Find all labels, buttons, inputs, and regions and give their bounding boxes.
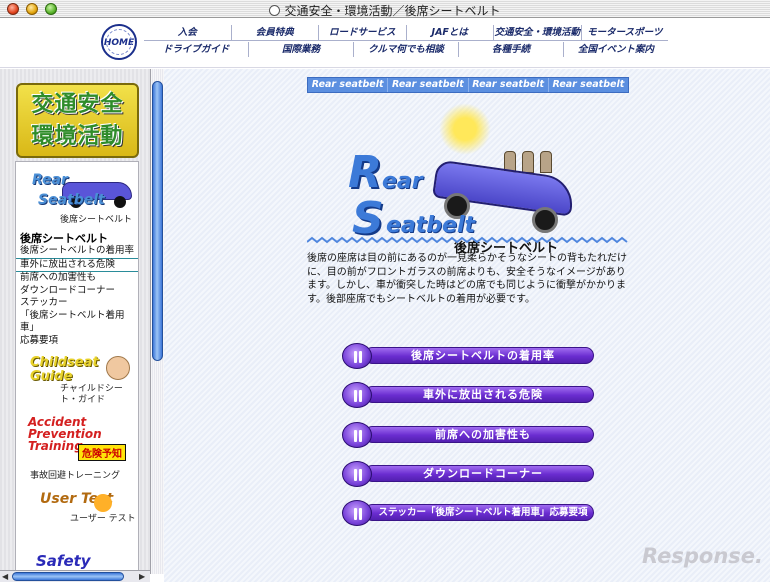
pause-knob-icon [342,343,372,369]
menu-button-sticker-application[interactable]: ステッカー「後席シートベルト着用車」応募要項 [342,500,594,526]
rear-logo-bottom: Seatbelt [38,192,105,208]
menu-pill: 後席シートベルトの着用率 [364,347,594,364]
child-face-icon [106,356,130,380]
site-header: HOME 入会 会員特典 ロードサービス JAFとは 交通安全・環境活動 モータ… [0,19,770,68]
spark-icon [94,494,112,512]
tab-rear-seatbelt-4[interactable]: Rear seatbelt [547,78,628,92]
nav-drive-guide[interactable]: ドライブガイド [144,42,248,57]
nav-procedures[interactable]: 各種手続 [458,42,563,57]
sidebar-link-sticker-name[interactable]: 「後席シートベルト着用車」 [20,310,138,335]
response-watermark: Response. [642,544,763,568]
car-wheel [532,207,558,233]
main-content: Rear seatbelt Rear seatbelt Rear seatbel… [164,69,770,582]
hero-title-r: R [348,147,382,198]
sidebar-vertical-scrollbar[interactable] [150,69,164,574]
nav-traffic-safety[interactable]: 交通安全・環境活動 [493,25,581,40]
nav-member-benefits[interactable]: 会員特典 [230,25,319,40]
sidebar-heading: 後席シートベルト [20,232,108,245]
safety-title: Safety [36,552,91,570]
rear-seatbelt-banner[interactable]: Rear Seatbelt 後席シートベルト [16,166,138,226]
tab-rear-seatbelt-3[interactable]: Rear seatbelt [467,78,548,92]
sidebar-horizontal-scrollbar[interactable]: ◀ ▶ [0,570,150,582]
menu-button-ejection-danger[interactable]: 車外に放出される危険 [342,382,594,408]
tab-rear-seatbelt-2[interactable]: Rear seatbelt [387,78,467,92]
nav-motorsports[interactable]: モータースポーツ [580,25,669,40]
pause-knob-icon [342,461,372,487]
menu-label: ダウンロードコーナー [423,467,543,480]
sidebar: 交通安全 環境活動 Rear Seatbelt 後席シートベルト 後席シートベル… [0,69,150,574]
sidebar-link-application[interactable]: 応募要項 [20,335,138,348]
sidebar-link-list: 後席シートベルトの着用率 車外に放出される危険 前席への加害性も ダウンロードコ… [16,245,138,348]
global-nav: 入会 会員特典 ロードサービス JAFとは 交通安全・環境活動 モータースポーツ… [144,25,668,57]
car-wheel [114,196,126,208]
sidebar-link-front-seat-harm[interactable]: 前席への加害性も [20,272,138,285]
section-logo[interactable]: 交通安全 環境活動 [16,83,139,158]
hero-illustration: R ear S eatbelt 後席シートベルト [348,99,634,259]
menu-pill: 前席への加害性も [364,426,594,443]
rear-logo-top: Rear [32,172,68,188]
wave-divider [307,236,628,244]
menu-button-download[interactable]: ダウンロードコーナー [342,461,594,487]
menu-label: 車外に放出される危険 [423,388,543,401]
menu-button-front-seat-harm[interactable]: 前席への加害性も [342,422,594,448]
seat-icon [540,151,552,173]
menu-label: ステッカー「後席シートベルト着用車」応募要項 [378,507,588,518]
intro-paragraph: 後席の座席は目の前にあるのが一見柔らかそうなシートの背もたれだけに、目の前がフロ… [307,253,627,305]
window-title: 交通安全・環境活動／後席シートベルト [0,2,770,19]
nav-about-jaf[interactable]: JAFとは [405,25,494,40]
hero-title-ear: ear [382,169,423,194]
vertical-scroll-thumb[interactable] [152,81,163,361]
sidebar-link-wearing-rate[interactable]: 後席シートベルトの着用率 [20,245,138,258]
nav-road-service[interactable]: ロードサービス [318,25,406,40]
home-logo-ring [106,29,132,55]
page-icon [269,5,281,16]
nav-join[interactable]: 入会 [144,25,231,40]
childseat-caption: チャイルドシート・ガイド [60,384,123,405]
window-title-text: 交通安全・環境活動／後席シートベルト [284,4,501,18]
childseat-guide-banner[interactable]: Childseat Guide チャイルドシート・ガイド [16,352,138,408]
menu-pill: 車外に放出される危険 [364,386,594,403]
scroll-right-arrow-icon[interactable]: ▶ [139,572,145,581]
menu-label: 後席シートベルトの着用率 [411,349,555,362]
menu-button-wearing-rate[interactable]: 後席シートベルトの着用率 [342,343,594,369]
nav-divider [144,40,668,41]
nav-international[interactable]: 国際業務 [248,42,353,57]
menu-label: 前席への加害性も [435,428,531,441]
accident-caption: 事故回避トレーニング [30,471,121,481]
seat-icon [522,151,534,173]
window-titlebar: 交通安全・環境活動／後席シートベルト [0,0,770,18]
tab-rear-seatbelt-1[interactable]: Rear seatbelt [308,78,387,92]
accident-training-banner[interactable]: Accident Prevention Training 危険予知 事故回避トレ… [16,412,138,482]
nav-row-1: 入会 会員特典 ロードサービス JAFとは 交通安全・環境活動 モータースポーツ [144,25,668,40]
rear-caption: 後席シートベルト [60,215,133,225]
section-logo-line1: 交通安全 [31,92,124,117]
pause-knob-icon [342,500,372,526]
nav-car-consultation[interactable]: クルマ何でも相談 [353,42,458,57]
user-test-caption: ユーザー テスト [70,514,136,524]
menu-pill: ダウンロードコーナー [364,465,594,482]
pause-knob-icon [342,422,372,448]
sidebar-link-download[interactable]: ダウンロードコーナー [20,285,138,298]
nav-row-2: ドライブガイド 国際業務 クルマ何でも相談 各種手続 全国イベント案内 [144,42,668,57]
hero-title-eatbelt: eatbelt [386,213,476,238]
sidebar-link-sticker[interactable]: ステッカー [20,297,138,310]
home-logo-button[interactable]: HOME [101,24,137,60]
section-logo-line2: 環境活動 [31,124,124,149]
sidebar-link-ejection-danger[interactable]: 車外に放出される危険 [16,257,138,272]
nav-events[interactable]: 全国イベント案内 [563,42,668,57]
pause-knob-icon [342,382,372,408]
accident-badge: 危険予知 [78,444,126,461]
menu-pill: ステッカー「後席シートベルト着用車」応募要項 [364,504,594,521]
horizontal-scroll-thumb[interactable] [12,572,124,581]
sidebar-panel: Rear Seatbelt 後席シートベルト 後席シートベルト 後席シートベルト… [15,161,139,574]
section-tab-bar: Rear seatbelt Rear seatbelt Rear seatbel… [307,77,629,93]
sun-icon [439,103,491,155]
user-test-banner[interactable]: User Test ユーザー テスト [16,488,138,544]
scroll-left-arrow-icon[interactable]: ◀ [2,572,8,581]
